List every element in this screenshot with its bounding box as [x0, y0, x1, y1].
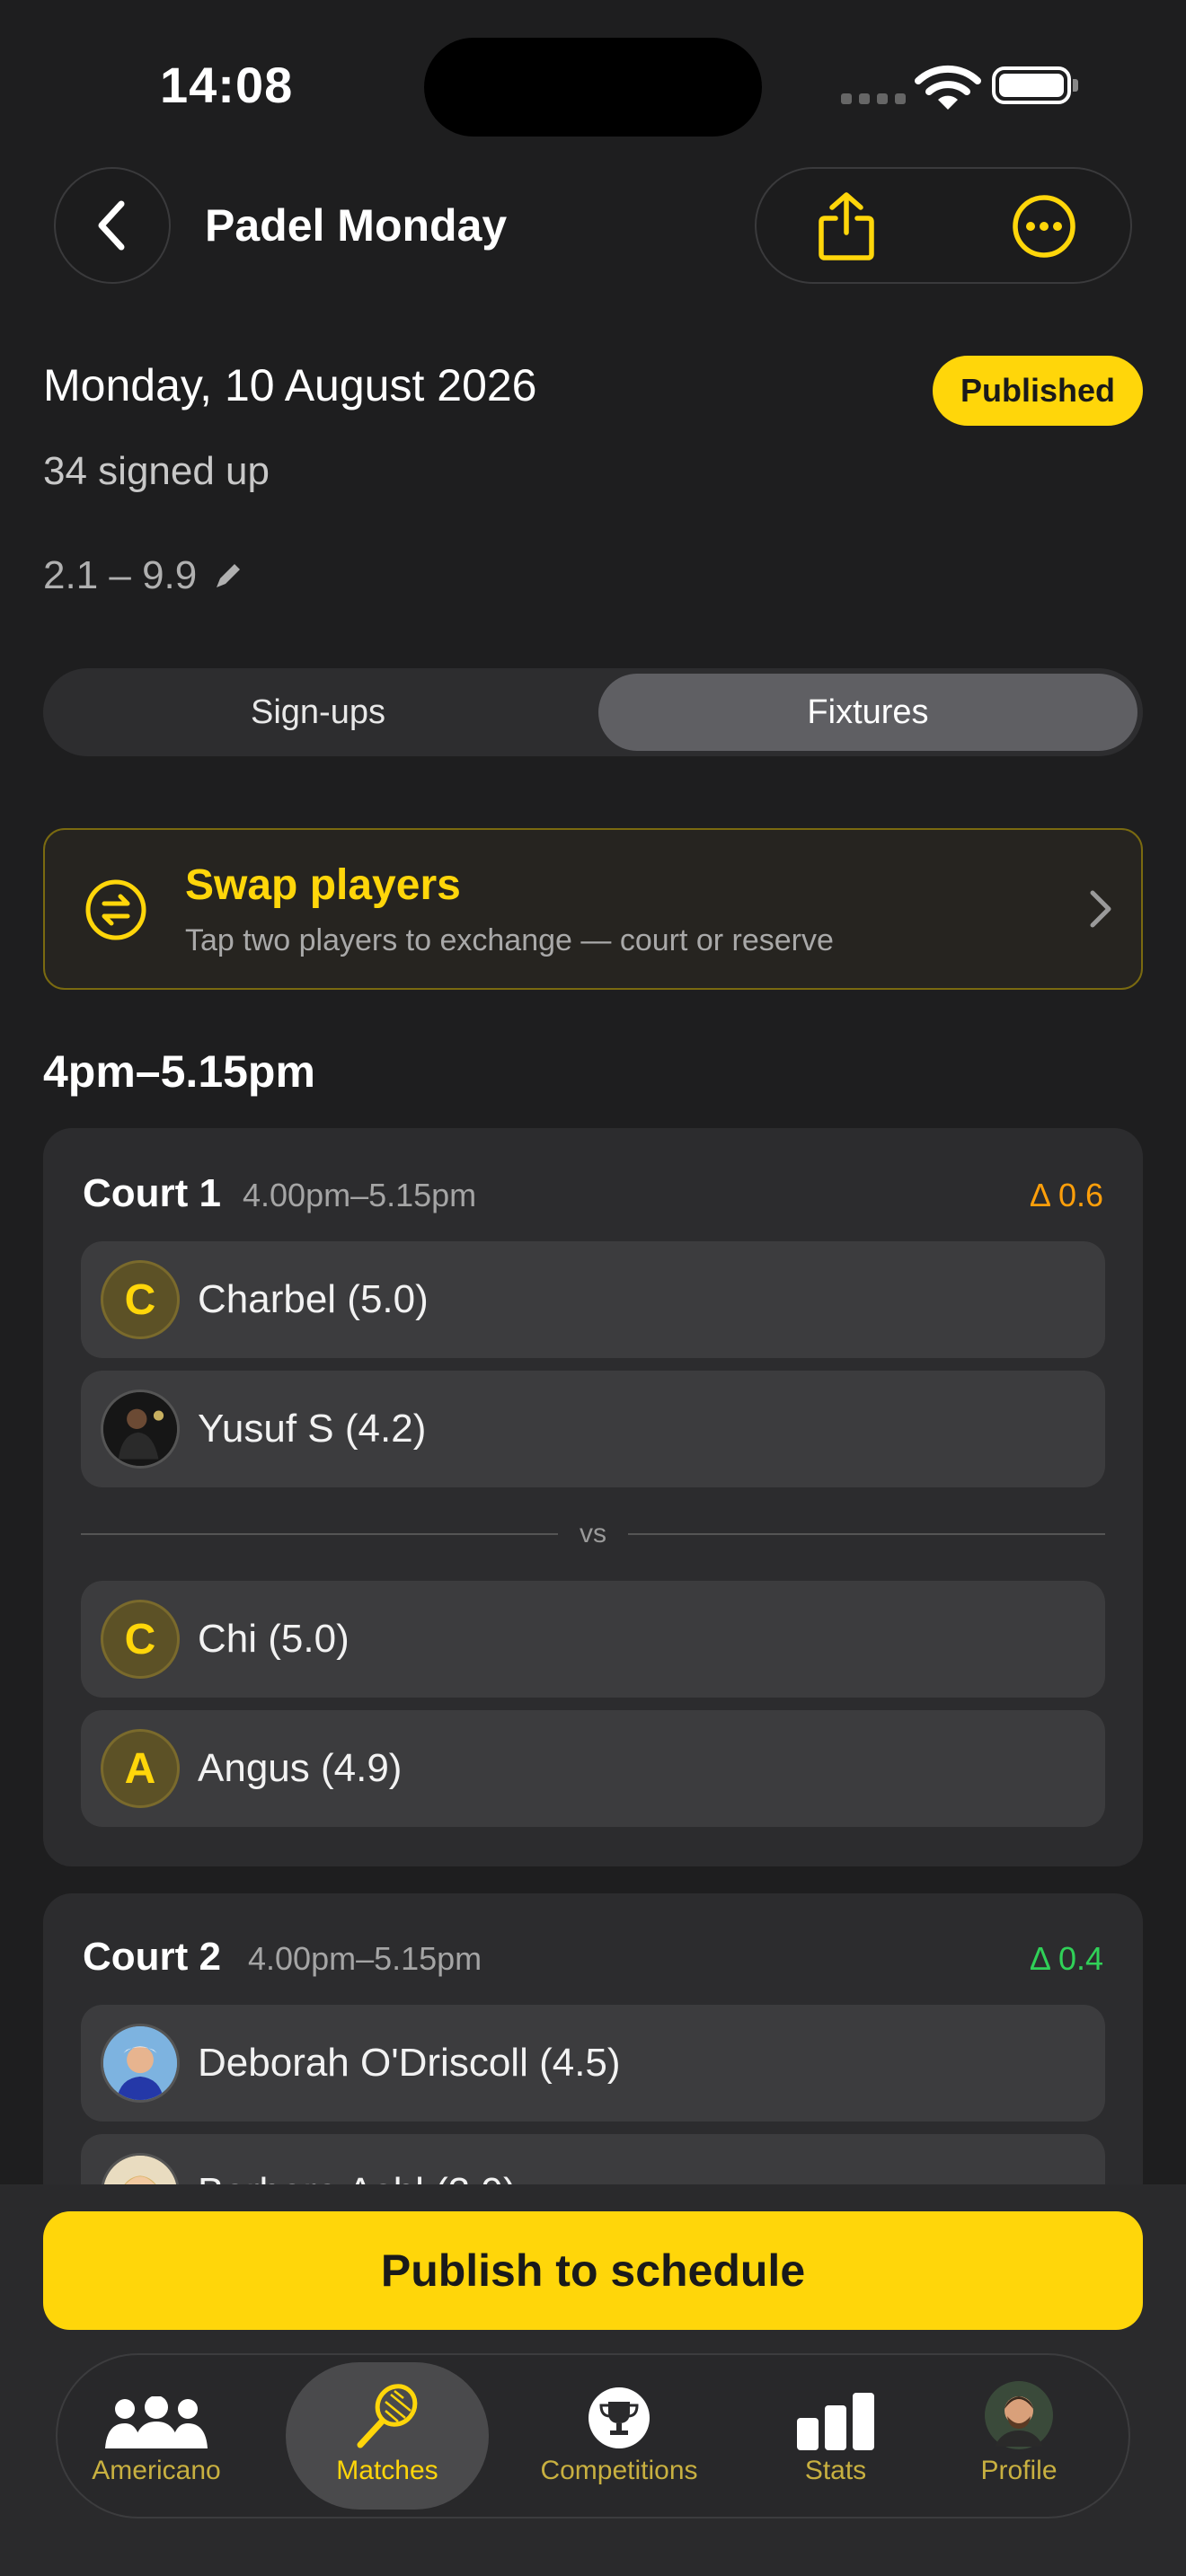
player-row[interactable]: A Angus (4.9) [81, 1710, 1105, 1827]
profile-avatar [984, 2381, 1054, 2450]
player-name: Charbel (5.0) [198, 1277, 429, 1321]
player-name: Deborah O'Driscoll (4.5) [198, 2041, 621, 2085]
share-icon [819, 192, 874, 260]
trophy-icon [587, 2386, 651, 2450]
player-row[interactable]: Yusuf S (4.2) [81, 1371, 1105, 1487]
nav-americano[interactable]: Americano [66, 2362, 246, 2510]
ellipsis-circle-icon [1013, 195, 1075, 258]
battery-icon [992, 66, 1071, 104]
court-time: 4.00pm–5.15pm [248, 1940, 482, 1977]
nav-profile[interactable]: Profile [938, 2362, 1100, 2510]
chevron-left-icon [98, 200, 125, 251]
slot-heading: 4pm–5.15pm [43, 1046, 315, 1097]
avatar [101, 1389, 180, 1469]
player-row[interactable]: C Charbel (5.0) [81, 1241, 1105, 1358]
tab-sign-ups[interactable]: Sign-ups [43, 668, 593, 756]
rating-delta: Δ 0.6 [1029, 1177, 1103, 1213]
vs-label: vs [580, 1519, 606, 1548]
avatar [101, 2024, 180, 2103]
pencil-icon [217, 564, 241, 587]
nav-label: Profile [980, 2456, 1058, 2485]
player-name: Chi (5.0) [198, 1617, 350, 1661]
bar-chart-icon [795, 2386, 876, 2450]
segmented-control: Sign-ups Fixtures [43, 668, 1143, 756]
level-range[interactable]: 2.1 – 9.9 [43, 553, 243, 598]
tab-bar: Americano Matches Competitions Stats Pro… [56, 2353, 1130, 2519]
court-card: Court 1 4.00pm–5.15pm Δ 0.6 C Charbel (5… [43, 1128, 1143, 1866]
nav-label: Matches [336, 2456, 438, 2485]
avatar: A [101, 1729, 180, 1808]
status-badge: Published [933, 356, 1143, 426]
avatar: C [101, 1600, 180, 1679]
swap-title: Swap players [185, 861, 461, 909]
swap-icon [84, 878, 147, 946]
battery-tip [1073, 79, 1078, 92]
nav-stats[interactable]: Stats [764, 2362, 907, 2510]
player-row[interactable]: C Chi (5.0) [81, 1581, 1105, 1698]
tab-fixtures[interactable]: Fixtures [598, 674, 1137, 751]
cellular-signal-icon [841, 93, 906, 104]
event-date: Monday, 10 August 2026 [43, 360, 537, 410]
court-name: Court 2 [83, 1935, 221, 1979]
swap-players-banner[interactable]: Swap players Tap two players to exchange… [43, 828, 1143, 990]
nav-label: Stats [804, 2456, 867, 2485]
player-row[interactable]: Deborah O'Driscoll (4.5) [81, 2005, 1105, 2122]
wifi-icon [915, 65, 981, 116]
publish-button[interactable]: Publish to schedule [43, 2211, 1143, 2330]
header-actions [755, 167, 1132, 284]
page-title: Padel Monday [205, 200, 508, 251]
nav-label: Competitions [540, 2456, 698, 2485]
nav-competitions[interactable]: Competitions [507, 2362, 731, 2510]
court-name: Court 1 [83, 1171, 221, 1215]
rating-delta: Δ 0.4 [1029, 1940, 1103, 1977]
court-time: 4.00pm–5.15pm [243, 1177, 477, 1213]
player-name: Angus (4.9) [198, 1746, 403, 1790]
nav-label: Americano [92, 2456, 221, 2485]
status-time: 14:08 [160, 57, 294, 113]
dynamic-island [424, 38, 762, 137]
more-button[interactable] [1008, 189, 1080, 264]
chevron-right-icon [1087, 887, 1114, 935]
signup-count: 34 signed up [43, 449, 270, 493]
share-button[interactable] [810, 189, 882, 264]
back-button[interactable] [54, 167, 171, 284]
vs-divider: vs [81, 1516, 1105, 1552]
racket-icon [353, 2384, 421, 2450]
player-name: Yusuf S (4.2) [198, 1407, 427, 1451]
avatar: C [101, 1260, 180, 1339]
level-range-text: 2.1 – 9.9 [43, 553, 198, 597]
swap-subtitle: Tap two players to exchange — court or r… [185, 923, 834, 957]
nav-matches[interactable]: Matches [286, 2362, 489, 2510]
people-icon [98, 2386, 215, 2450]
